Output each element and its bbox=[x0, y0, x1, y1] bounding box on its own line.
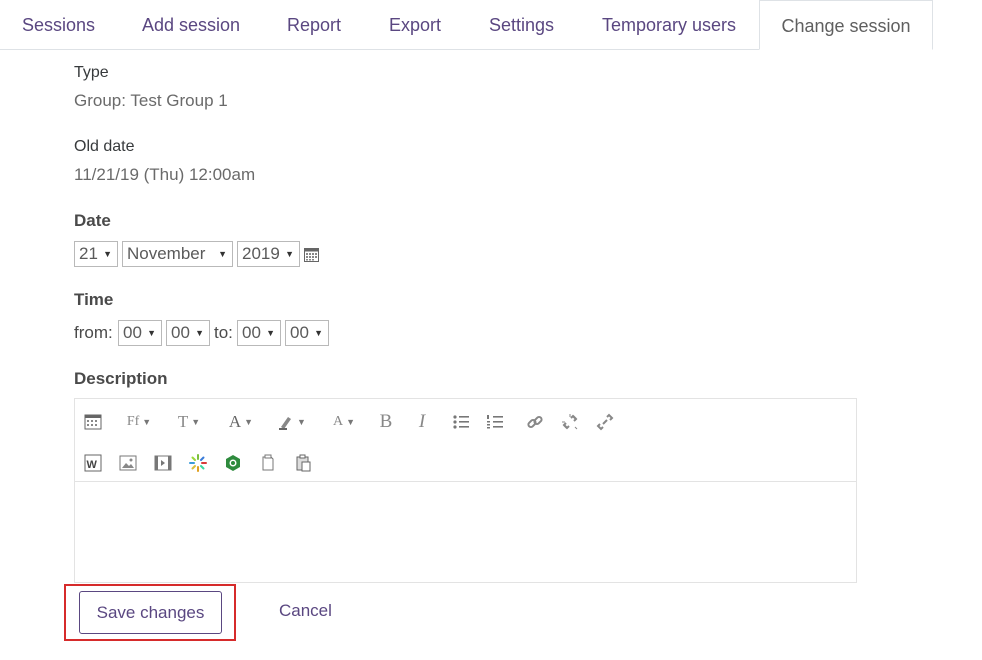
tab-temporary-users[interactable]: Temporary users bbox=[602, 0, 736, 49]
tab-sessions[interactable]: Sessions bbox=[22, 0, 95, 49]
svg-text:W: W bbox=[87, 459, 98, 471]
time-from-minute-value: 00 bbox=[171, 323, 190, 342]
font-color-icon[interactable]: A ▼ bbox=[225, 411, 257, 433]
italic-icon[interactable]: I bbox=[413, 411, 431, 433]
editor-toolbar: Ff ▼ T ▼ A ▼ ▼ A ▼ B I W bbox=[75, 399, 856, 482]
chevron-down-icon: ▼ bbox=[266, 328, 275, 338]
cancel-link[interactable]: Cancel bbox=[279, 601, 332, 621]
copy-icon[interactable] bbox=[258, 452, 278, 474]
tab-change-session[interactable]: Change session bbox=[759, 0, 933, 50]
date-month-value: November bbox=[127, 244, 206, 263]
bold-icon[interactable]: B bbox=[377, 411, 395, 433]
date-month-select[interactable]: November ▼ bbox=[122, 241, 233, 267]
date-label: Date bbox=[74, 211, 111, 230]
font-size-icon[interactable]: T ▼ bbox=[173, 411, 205, 433]
chevron-down-icon: ▼ bbox=[218, 249, 227, 259]
tab-export[interactable]: Export bbox=[389, 0, 441, 49]
description-editor: Ff ▼ T ▼ A ▼ ▼ A ▼ B I W bbox=[74, 398, 857, 583]
tab-settings[interactable]: Settings bbox=[489, 0, 554, 49]
date-year-value: 2019 bbox=[242, 244, 280, 263]
save-changes-button[interactable]: Save changes bbox=[79, 591, 222, 634]
type-value: Group: Test Group 1 bbox=[74, 91, 228, 110]
description-textarea[interactable] bbox=[75, 482, 856, 582]
insert-image-icon[interactable] bbox=[118, 452, 138, 474]
time-to-hour-value: 00 bbox=[242, 323, 261, 342]
link-icon[interactable] bbox=[525, 411, 545, 433]
calendar-icon[interactable] bbox=[304, 247, 319, 267]
time-label: Time bbox=[74, 290, 114, 309]
tab-bar: Sessions Add session Report Export Setti… bbox=[0, 0, 982, 50]
old-date-value: 11/21/19 (Thu) 12:00am bbox=[74, 165, 256, 184]
unordered-list-icon[interactable] bbox=[451, 411, 471, 433]
highlight-color-icon[interactable]: ▼ bbox=[275, 411, 309, 433]
time-to-label: to: bbox=[214, 323, 233, 342]
time-from-hour-value: 00 bbox=[123, 323, 142, 342]
text-style-icon[interactable]: A ▼ bbox=[327, 411, 361, 433]
chevron-down-icon: ▼ bbox=[147, 328, 156, 338]
unlink-icon[interactable] bbox=[560, 411, 580, 433]
time-from-label: from: bbox=[74, 323, 113, 342]
loading-icon[interactable] bbox=[188, 452, 208, 474]
date-day-select[interactable]: 21 ▼ bbox=[74, 241, 118, 267]
paste-icon[interactable] bbox=[293, 452, 313, 474]
anchor-link-icon[interactable] bbox=[595, 411, 615, 433]
insert-media-icon[interactable] bbox=[153, 452, 173, 474]
tab-add-session[interactable]: Add session bbox=[142, 0, 240, 49]
time-from-minute-select[interactable]: 00 ▼ bbox=[166, 320, 210, 346]
date-year-select[interactable]: 2019 ▼ bbox=[237, 241, 300, 267]
description-label: Description bbox=[74, 369, 168, 388]
ordered-list-icon[interactable] bbox=[485, 411, 505, 433]
time-to-minute-select[interactable]: 00 ▼ bbox=[285, 320, 329, 346]
date-day-value: 21 bbox=[79, 244, 98, 263]
toolbar-toggle-icon[interactable] bbox=[83, 411, 103, 433]
time-to-minute-value: 00 bbox=[290, 323, 309, 342]
tab-report[interactable]: Report bbox=[287, 0, 341, 49]
time-from-hour-select[interactable]: 00 ▼ bbox=[118, 320, 162, 346]
recycle-icon[interactable] bbox=[223, 452, 243, 474]
time-to-hour-select[interactable]: 00 ▼ bbox=[237, 320, 281, 346]
chevron-down-icon: ▼ bbox=[103, 249, 112, 259]
type-label: Type bbox=[74, 64, 109, 81]
old-date-label: Old date bbox=[74, 138, 135, 155]
chevron-down-icon: ▼ bbox=[195, 328, 204, 338]
paste-word-icon[interactable]: W bbox=[83, 452, 103, 474]
chevron-down-icon: ▼ bbox=[314, 328, 323, 338]
font-family-icon[interactable]: Ff ▼ bbox=[123, 411, 155, 433]
chevron-down-icon: ▼ bbox=[285, 249, 294, 259]
